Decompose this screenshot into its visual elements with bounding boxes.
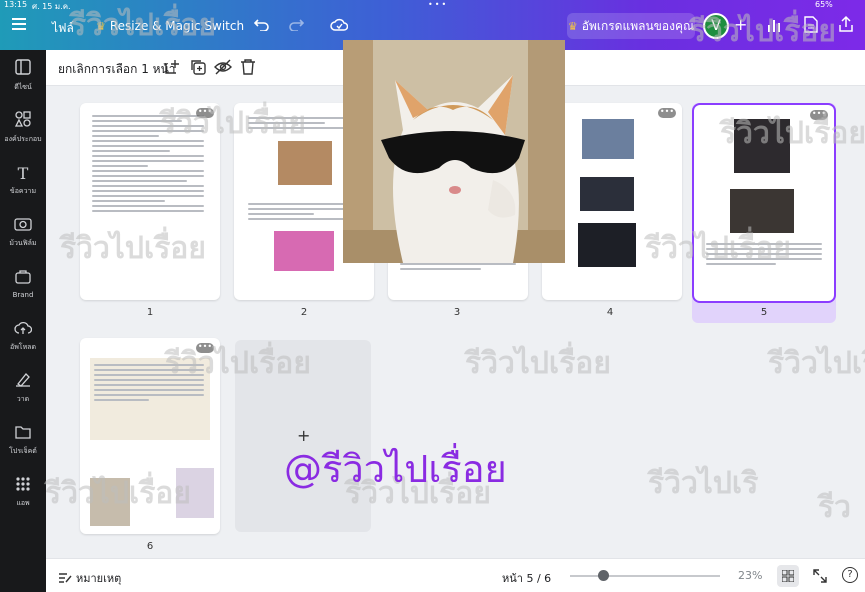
sidebar-item-label: ดีไซน์ (14, 83, 32, 91)
page-decoration (176, 468, 214, 518)
page-image (274, 231, 334, 271)
sidebar-item-label: ม้วนฟิล์ม (9, 238, 37, 247)
upgrade-label: อัพเกรดแพลนของคุณ (581, 18, 695, 33)
status-date: ศ. 15 ม.ค. (32, 2, 71, 11)
add-collaborator-button[interactable]: + (734, 15, 747, 34)
page-number: 4 (606, 307, 614, 318)
page-number: 6 (146, 541, 154, 552)
redo-icon[interactable] (288, 17, 304, 31)
share-icon[interactable] (838, 15, 854, 33)
add-page-icon[interactable] (163, 58, 183, 78)
page-more-button[interactable]: ••• (196, 343, 214, 353)
apps-icon (16, 476, 30, 495)
page-text-content (248, 203, 358, 223)
elements-icon (14, 111, 31, 131)
status-time: 13:15 (4, 0, 28, 9)
sidebar-item-upload[interactable]: อัพโหลด (0, 310, 46, 362)
hide-page-icon[interactable] (214, 58, 234, 78)
grid-view-icon[interactable] (777, 565, 799, 587)
page-image (734, 119, 790, 173)
notes-button[interactable]: หมายเหตุ (76, 569, 121, 587)
watermark-text: รีวิวไปเริ (648, 466, 759, 501)
page-indicator: หน้า 5 / 6 (502, 572, 552, 585)
sidebar-item-draw[interactable]: วาด (0, 362, 46, 414)
crown-icon: ♛ (567, 19, 578, 33)
resize-button[interactable]: ♛ Resize & Magic Switch (96, 19, 244, 33)
deselect-pages-label[interactable]: ยกเลิกการเลือก 1 หน้า (58, 60, 176, 79)
help-icon[interactable]: ? (842, 567, 858, 583)
document-icon[interactable] (804, 16, 818, 33)
sidebar-item-elements[interactable]: องค์ประกอบ (0, 102, 46, 154)
menu-icon[interactable] (12, 18, 26, 30)
chart-icon[interactable] (766, 17, 782, 33)
sidebar-item-label: อัพโหลด (9, 342, 37, 351)
delete-page-icon[interactable] (240, 58, 260, 78)
page-number: 3 (453, 307, 461, 318)
page-text-content (92, 115, 204, 215)
page-more-button[interactable]: ••• (196, 108, 214, 118)
duplicate-page-icon[interactable] (189, 58, 209, 78)
page-number: 5 (760, 307, 768, 318)
page-number: 2 (300, 307, 308, 318)
sidebar-item-camera-roll[interactable]: ม้วนฟิล์ม (0, 206, 46, 258)
brand-icon (15, 269, 31, 288)
multitask-dots[interactable]: ••• (428, 0, 448, 10)
zoom-slider[interactable] (570, 575, 720, 577)
sidebar-item-brand[interactable]: Brand (0, 258, 46, 310)
page-text-content (248, 117, 358, 132)
page-text-content (706, 243, 822, 268)
user-avatar[interactable]: V (703, 13, 729, 39)
watermark-text: รีวิวไปเรื่อย (465, 346, 611, 381)
page-image (278, 141, 332, 185)
sidebar-item-projects[interactable]: โปรเจ็คต์ (0, 414, 46, 466)
page-image (578, 223, 636, 267)
sidebar-item-text[interactable]: T ข้อความ (0, 154, 46, 206)
upgrade-button[interactable]: ♛ อัพเกรดแพลนของคุณ (567, 13, 695, 39)
watermark-handle: @รีวิวไปเรื่อย (284, 447, 507, 491)
draw-icon (15, 371, 31, 391)
text-icon: T (17, 163, 29, 183)
resize-label: Resize & Magic Switch (109, 19, 245, 33)
folder-icon (15, 424, 31, 443)
sidebar-item-label: ข้อความ (9, 186, 37, 195)
fullscreen-icon[interactable] (813, 568, 827, 587)
sidebar-item-label: แอพ (16, 498, 30, 507)
sidebar-item-label: Brand (12, 291, 34, 299)
sidebar-item-label: โปรเจ็คต์ (9, 446, 37, 455)
page-thumbnail-6[interactable]: ••• (80, 338, 220, 534)
page-number: 1 (146, 307, 154, 318)
page-image (580, 177, 634, 211)
page-text-content (94, 364, 204, 404)
page-text-content (400, 263, 516, 273)
page-image (582, 119, 634, 159)
undo-icon[interactable] (254, 17, 270, 31)
page-thumbnail-1[interactable]: ••• (80, 103, 220, 300)
zoom-slider-handle[interactable] (598, 570, 609, 581)
sidebar-item-label: วาด (16, 395, 30, 403)
bottom-bar: หมายเหตุ หน้า 5 / 6 23% ? (46, 558, 865, 592)
cat-sunglasses-image (343, 40, 565, 263)
sidebar: ดีไซน์ องค์ประกอบ T ข้อความ ม้วนฟิล์ม Br… (0, 50, 46, 592)
cloud-sync-icon[interactable] (330, 17, 348, 31)
upload-icon (14, 320, 33, 339)
crown-icon: ♛ (96, 19, 106, 33)
sidebar-item-apps[interactable]: แอพ (0, 466, 46, 518)
page-image (730, 189, 794, 233)
zoom-level[interactable]: 23% (738, 569, 762, 582)
add-page-slot[interactable]: + (235, 340, 371, 532)
watermark-text: รีวิวไปเรื่อย (768, 346, 865, 381)
watermark-text: รีว (818, 490, 851, 525)
layout-icon (15, 59, 31, 79)
page-more-button[interactable]: ••• (810, 110, 828, 120)
status-battery: 65% (815, 0, 833, 9)
sidebar-item-design[interactable]: ดีไซน์ (0, 50, 46, 102)
page-decoration (90, 478, 130, 526)
page-thumbnail-5[interactable]: ••• (694, 105, 834, 301)
sidebar-item-label: องค์ประกอบ (4, 135, 42, 143)
notes-icon[interactable] (58, 569, 72, 588)
camera-icon (14, 216, 32, 235)
file-menu[interactable]: ไฟล์ (52, 19, 74, 38)
page-more-button[interactable]: ••• (658, 108, 676, 118)
